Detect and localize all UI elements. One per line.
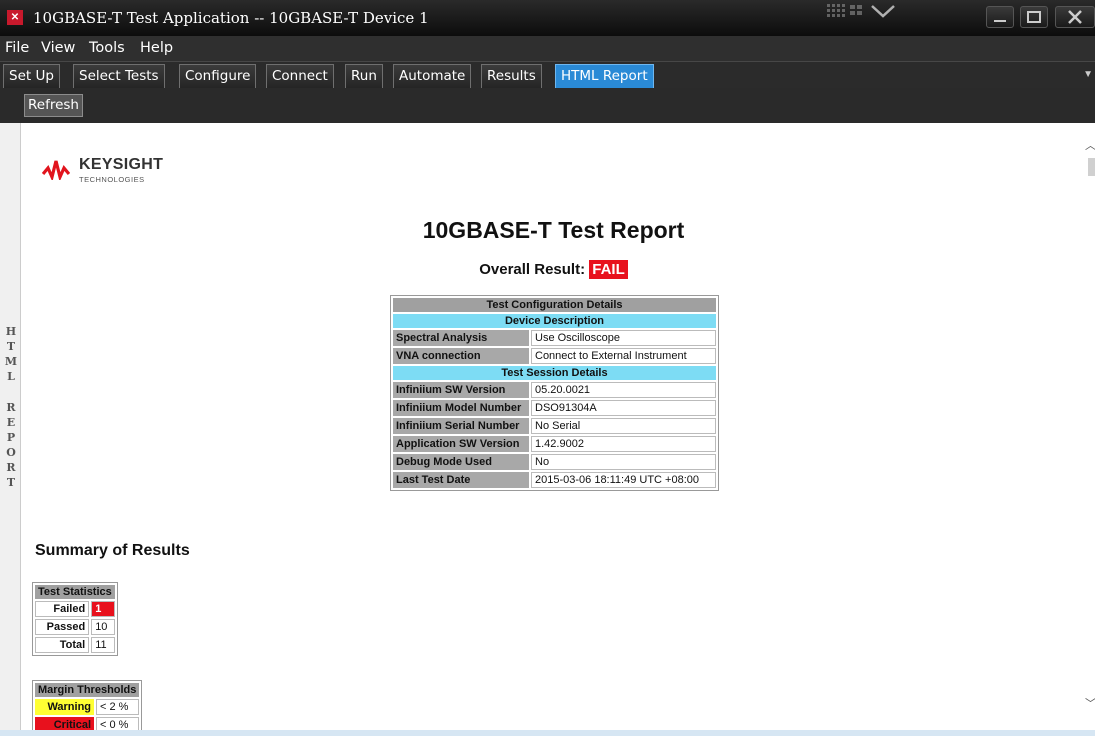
table-header: Test Statistics	[35, 585, 115, 599]
row-label: Infiniium Serial Number	[393, 418, 529, 434]
side-panel-label-char: R	[6, 401, 16, 414]
row-value: Use Oscilloscope	[531, 330, 716, 346]
table-row: Spectral Analysis Use Oscilloscope	[393, 330, 716, 346]
vertical-scrollbar[interactable]: ︿ ﹀	[1085, 123, 1095, 736]
menu-view[interactable]: View	[41, 40, 75, 56]
table-row: Debug Mode Used No	[393, 454, 716, 470]
tab-bar: Set Up Select Tests Configure Connect Ru…	[0, 61, 1095, 88]
app-icon: ✕	[7, 10, 23, 25]
status-badge: FAIL	[589, 260, 628, 279]
side-panel-label-char: R	[6, 461, 16, 474]
row-label: Spectral Analysis	[393, 330, 529, 346]
table-header: Test Configuration Details	[393, 298, 716, 312]
side-panel-tab[interactable]: HTMLREPORT	[0, 123, 21, 736]
row-value: 1	[91, 601, 115, 617]
side-panel-label-char: T	[6, 340, 16, 353]
row-label: Infiniium Model Number	[393, 400, 529, 416]
refresh-button[interactable]: Refresh	[24, 94, 83, 117]
table-row: Total 11	[35, 637, 115, 653]
test-statistics-table: Test Statistics Failed 1 Passed 10 Total…	[32, 582, 118, 656]
window-title: 10GBASE-T Test Application -- 10GBASE-T …	[33, 9, 429, 27]
table-row: Warning < 2 %	[35, 699, 140, 715]
row-label: Passed	[35, 619, 90, 635]
menu-tools[interactable]: Tools	[89, 40, 125, 56]
toolbar: Refresh	[0, 88, 1095, 123]
chevron-down-icon[interactable]	[868, 3, 898, 19]
row-value: DSO91304A	[531, 400, 716, 416]
menu-bar: File View Tools Help	[0, 36, 1095, 61]
row-label: Total	[35, 637, 90, 653]
section-header: Test Session Details	[393, 366, 716, 380]
row-value: 11	[91, 637, 115, 653]
tab-set-up[interactable]: Set Up	[3, 64, 60, 88]
row-value: No Serial	[531, 418, 716, 434]
chevron-down-icon[interactable]: ▼	[1083, 69, 1093, 80]
side-panel-label-char: H	[5, 325, 17, 338]
table-row: Passed 10	[35, 619, 115, 635]
overall-result: Overall Result: FAIL	[22, 260, 1085, 279]
row-value: 10	[91, 619, 115, 635]
table-row: Application SW Version 1.42.9002	[393, 436, 716, 452]
section-header: Device Description	[393, 314, 716, 328]
window-title-bar: ✕ 10GBASE-T Test Application -- 10GBASE-…	[0, 0, 1095, 36]
scroll-up-icon[interactable]: ︿	[1085, 137, 1095, 153]
test-configuration-table: Test Configuration Details Device Descri…	[390, 295, 719, 491]
minimize-button[interactable]	[986, 6, 1014, 28]
tab-results[interactable]: Results	[481, 64, 542, 88]
side-panel-label-char: P	[6, 431, 16, 444]
side-panel-label-char: O	[6, 446, 16, 459]
report-viewer: KEYSIGHT TECHNOLOGIES 10GBASE-T Test Rep…	[22, 123, 1085, 736]
row-value: < 2 %	[96, 699, 140, 715]
row-value: 1.42.9002	[531, 436, 716, 452]
menu-help[interactable]: Help	[140, 40, 173, 56]
tab-html-report[interactable]: HTML Report	[555, 64, 654, 88]
tab-select-tests[interactable]: Select Tests	[73, 64, 165, 88]
row-label: Application SW Version	[393, 436, 529, 452]
row-value: Connect to External Instrument	[531, 348, 716, 364]
table-header: Margin Thresholds	[35, 683, 140, 697]
row-label: VNA connection	[393, 348, 529, 364]
table-row: Infiniium Serial Number No Serial	[393, 418, 716, 434]
scrollbar-thumb[interactable]	[1088, 158, 1095, 176]
table-row: Infiniium Model Number DSO91304A	[393, 400, 716, 416]
tab-connect[interactable]: Connect	[266, 64, 334, 88]
row-label: Warning	[35, 699, 95, 715]
side-panel-label-char: M	[4, 355, 18, 368]
horizontal-scrollbar[interactable]	[0, 730, 1095, 736]
grid-icon[interactable]	[826, 2, 864, 22]
table-row: Failed 1	[35, 601, 115, 617]
table-row: Last Test Date 2015-03-06 18:11:49 UTC +…	[393, 472, 716, 488]
logo-subtitle: TECHNOLOGIES	[79, 175, 145, 184]
report-title: 10GBASE-T Test Report	[422, 217, 685, 243]
row-label: Infiniium SW Version	[393, 382, 529, 398]
table-row: Infiniium SW Version 05.20.0021	[393, 382, 716, 398]
logo-name: KEYSIGHT	[79, 156, 164, 173]
tab-configure[interactable]: Configure	[179, 64, 257, 88]
row-value: No	[531, 454, 716, 470]
row-label: Failed	[35, 601, 90, 617]
side-panel-label-char: T	[6, 476, 16, 489]
maximize-button[interactable]	[1020, 6, 1048, 28]
menu-file[interactable]: File	[5, 40, 29, 56]
summary-title: Summary of Results	[35, 542, 190, 559]
tab-run[interactable]: Run	[345, 64, 383, 88]
side-panel-label-char: E	[6, 416, 16, 429]
scroll-down-icon[interactable]: ﹀	[1085, 695, 1095, 711]
margin-thresholds-table: Margin Thresholds Warning < 2 % Critical…	[32, 680, 143, 736]
row-label: Debug Mode Used	[393, 454, 529, 470]
table-row: VNA connection Connect to External Instr…	[393, 348, 716, 364]
keysight-wave-icon	[42, 160, 70, 180]
close-button[interactable]	[1055, 6, 1095, 28]
row-value: 2015-03-06 18:11:49 UTC +08:00	[531, 472, 716, 488]
side-panel-label-char: L	[7, 370, 15, 383]
row-value: 05.20.0021	[531, 382, 716, 398]
overall-result-label: Overall Result:	[479, 261, 586, 278]
tab-automate[interactable]: Automate	[393, 64, 472, 88]
row-label: Last Test Date	[393, 472, 529, 488]
